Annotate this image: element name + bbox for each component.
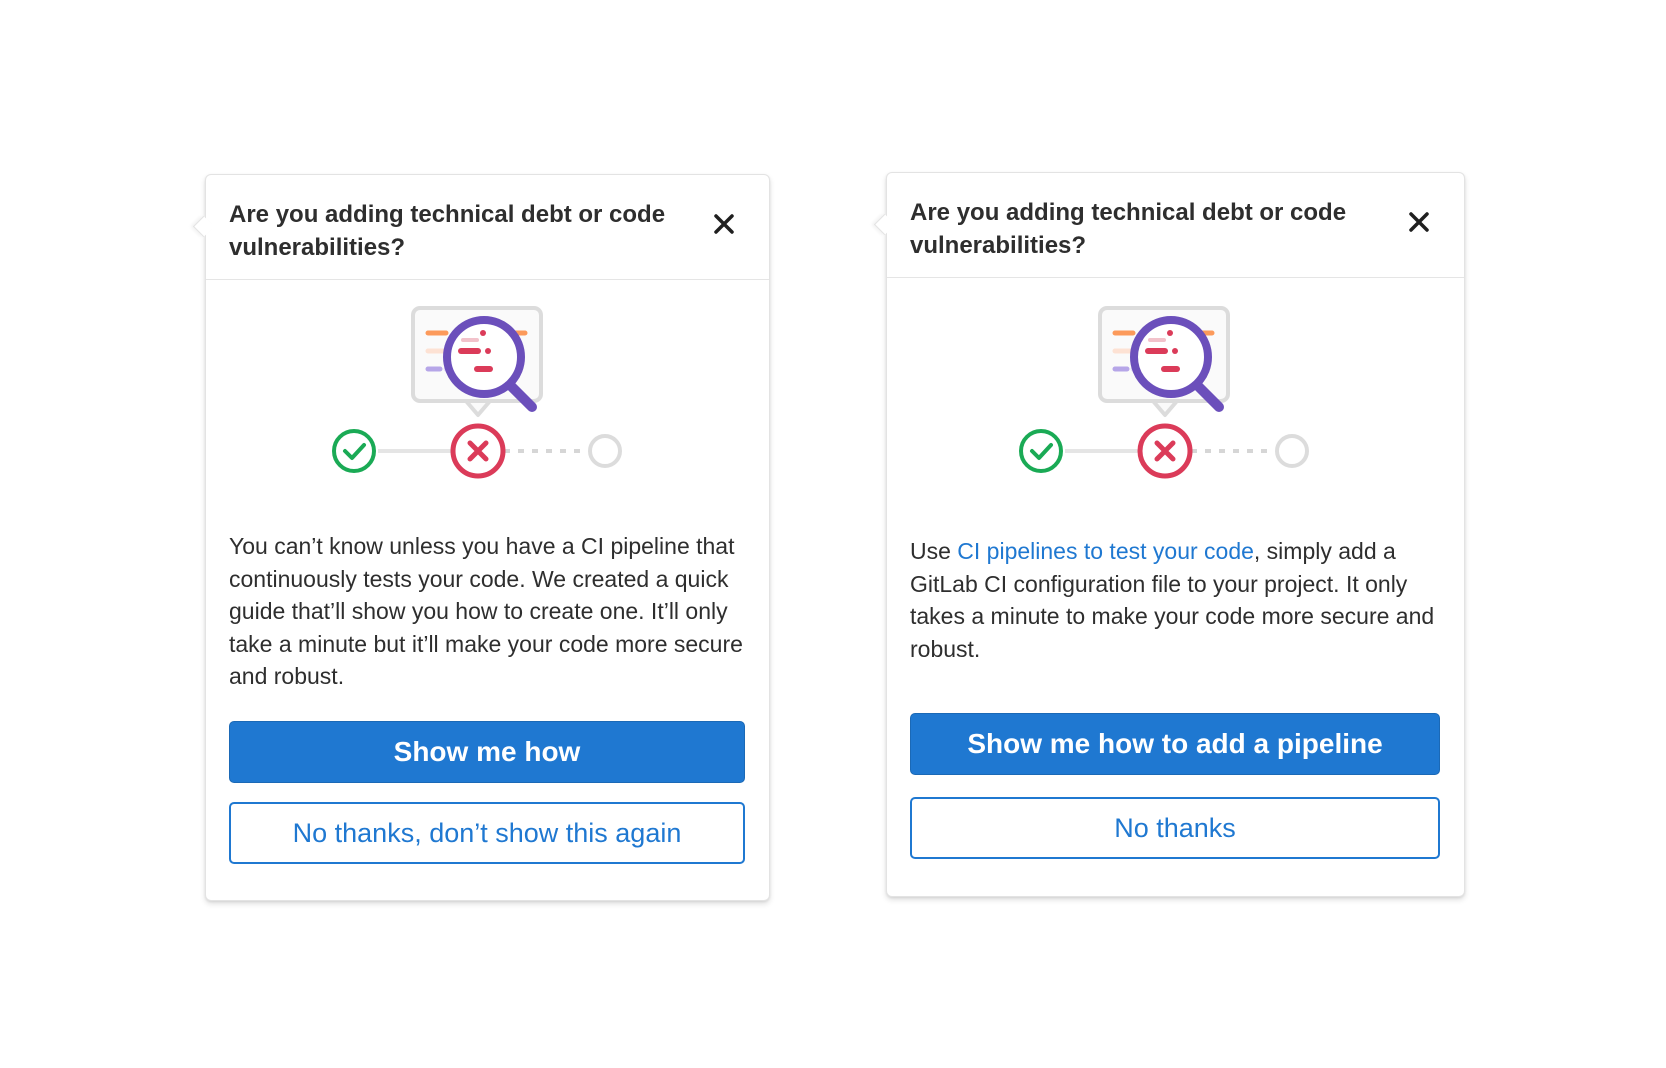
- body-prefix: Use: [910, 538, 958, 564]
- popover-title: Are you adding technical debt or code vu…: [229, 201, 666, 261]
- popover-body-text: You can’t know unless you have a CI pipe…: [229, 533, 743, 689]
- no-thanks-button[interactable]: No thanks: [910, 797, 1440, 859]
- popover-ci-guide-variant-b: Are you adding technical debt or code vu…: [886, 172, 1465, 897]
- pipeline-magnifier-illustration: [1015, 305, 1325, 485]
- popover-header: Are you adding technical debt or code vu…: [206, 175, 769, 280]
- popover-body-text: Use CI pipelines to test your code, simp…: [910, 535, 1435, 665]
- dismiss-button[interactable]: No thanks, don’t show this again: [229, 802, 745, 864]
- show-me-how-button[interactable]: Show me how: [229, 721, 745, 783]
- popover-title: Are you adding technical debt or code vu…: [910, 199, 1347, 259]
- show-me-how-to-add-pipeline-button[interactable]: Show me how to add a pipeline: [910, 713, 1440, 775]
- popover-header: Are you adding technical debt or code vu…: [887, 173, 1464, 278]
- close-icon[interactable]: [1406, 209, 1432, 235]
- popover-ci-guide-variant-a: Are you adding technical debt or code vu…: [205, 174, 770, 901]
- close-icon[interactable]: [711, 211, 737, 237]
- pipeline-magnifier-illustration: [328, 305, 638, 485]
- ci-pipelines-link[interactable]: CI pipelines to test your code: [957, 538, 1254, 564]
